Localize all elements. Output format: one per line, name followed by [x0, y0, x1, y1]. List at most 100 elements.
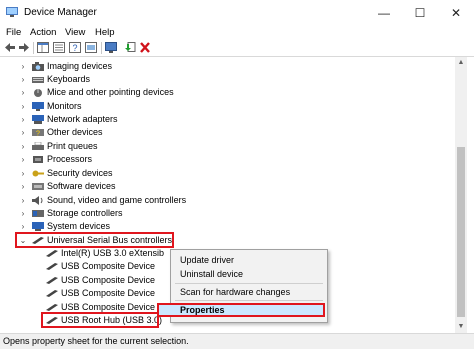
tree-item-label: Security devices — [47, 168, 113, 178]
maximize-button[interactable]: ☐ — [402, 0, 438, 26]
tree-item-other-devices[interactable]: › ? Other devices — [0, 126, 440, 139]
window-title: Device Manager — [24, 7, 97, 18]
mouse-icon — [34, 89, 42, 97]
usb-connector-icon — [46, 263, 58, 270]
uninstall-icon[interactable] — [139, 42, 151, 53]
tree-item-label: Print queues — [47, 141, 98, 151]
tree-item-label: Imaging devices — [47, 61, 113, 71]
scan-hardware-icon[interactable] — [85, 42, 97, 53]
chevron-right-icon[interactable]: › — [19, 180, 27, 193]
chevron-right-icon[interactable]: › — [19, 140, 27, 153]
monitor-icon — [32, 102, 44, 111]
tree-item-processors[interactable]: › Processors — [0, 153, 440, 166]
menu-separator — [175, 283, 323, 284]
show-hide-console-icon[interactable] — [37, 42, 49, 53]
vertical-scrollbar[interactable]: ▲ ▼ — [455, 57, 467, 333]
title-bar: Device Manager — ☐ ✕ — [0, 0, 474, 26]
system-device-icon — [32, 222, 44, 231]
menu-file[interactable]: File — [6, 27, 21, 38]
status-bar: Opens property sheet for the current sel… — [0, 333, 474, 349]
toolbar-separator — [33, 42, 34, 54]
usb-connector-icon — [46, 277, 58, 284]
tree-item-print-queues[interactable]: › Print queues — [0, 140, 440, 153]
usb-connector-icon — [46, 304, 58, 311]
usb-connector-icon — [46, 250, 58, 257]
tree-item-label: Network adapters — [47, 114, 118, 124]
toolbar: ? — [0, 40, 474, 57]
menu-bar: File Action View Help — [0, 26, 474, 40]
security-key-icon — [32, 170, 44, 177]
menu-item-scan-hardware[interactable]: Scan for hardware changes — [180, 287, 290, 297]
chevron-right-icon[interactable]: › — [19, 113, 27, 126]
scroll-down-icon[interactable]: ▼ — [455, 321, 467, 333]
properties-icon[interactable] — [53, 42, 65, 53]
storage-controller-icon — [32, 210, 44, 217]
tree-item-label: USB Composite Device — [61, 261, 156, 271]
chevron-right-icon[interactable]: › — [19, 167, 27, 180]
tree-item-label: USB Composite Device — [61, 275, 156, 285]
tree-item-security-devices[interactable]: › Security devices — [0, 167, 440, 180]
chevron-right-icon[interactable]: › — [19, 207, 27, 220]
chevron-right-icon[interactable]: › — [19, 126, 27, 139]
printer-icon — [32, 142, 44, 150]
tree-item-label: Storage controllers — [47, 208, 123, 218]
back-arrow-icon[interactable] — [4, 42, 16, 53]
chevron-right-icon[interactable]: › — [19, 86, 27, 99]
forward-arrow-icon[interactable] — [18, 42, 30, 53]
speaker-icon — [32, 196, 43, 205]
scroll-up-icon[interactable]: ▲ — [455, 57, 467, 69]
tree-item-label: Processors — [47, 154, 93, 164]
tree-item-label: Other devices — [47, 127, 103, 137]
update-driver-icon[interactable] — [125, 42, 137, 53]
scrollbar-thumb[interactable] — [457, 147, 465, 317]
unknown-device-icon: ? — [32, 129, 44, 138]
svg-text:?: ? — [36, 131, 40, 138]
menu-item-properties[interactable]: Properties — [157, 303, 325, 317]
tree-item-monitors[interactable]: › Monitors — [0, 100, 440, 113]
keyboard-icon — [32, 77, 44, 83]
usb-connector-icon — [46, 290, 58, 297]
chevron-right-icon[interactable]: › — [19, 73, 27, 86]
network-adapter-icon — [32, 115, 44, 124]
tree-item-label: Mice and other pointing devices — [47, 87, 174, 97]
menu-item-uninstall-device[interactable]: Uninstall device — [180, 269, 243, 279]
context-menu: Update driver Uninstall device Scan for … — [157, 249, 328, 323]
tree-item-storage-controllers[interactable]: › Storage controllers — [0, 207, 440, 220]
tree-item-keyboards[interactable]: › Keyboards — [0, 73, 440, 86]
minimize-button[interactable]: — — [366, 0, 402, 26]
chevron-right-icon[interactable]: › — [19, 100, 27, 113]
menu-separator — [175, 300, 323, 301]
chevron-right-icon[interactable]: › — [19, 60, 27, 73]
highlight-box-usb-root-hub — [41, 312, 159, 328]
chevron-right-icon[interactable]: › — [19, 194, 27, 207]
processor-icon — [33, 156, 43, 163]
tree-item-label: Monitors — [47, 101, 82, 111]
close-button[interactable]: ✕ — [438, 0, 474, 26]
highlight-box-usb-controllers — [15, 232, 174, 248]
software-device-icon — [32, 183, 44, 190]
tree-item-label: USB Composite Device — [61, 288, 156, 298]
status-text: Opens property sheet for the current sel… — [3, 336, 189, 346]
tree-item-imaging-devices[interactable]: › Imaging devices — [0, 60, 440, 73]
tree-item-label: Sound, video and game controllers — [47, 195, 187, 205]
svg-text:?: ? — [72, 43, 77, 53]
tree-item-label: Software devices — [47, 181, 116, 191]
tree-item-sound-video[interactable]: › Sound, video and game controllers — [0, 194, 440, 207]
toolbar-separator — [101, 42, 102, 54]
tree-item-network-adapters[interactable]: › Network adapters — [0, 113, 440, 126]
tree-item-mice[interactable]: › Mice and other pointing devices — [0, 86, 440, 99]
chevron-right-icon[interactable]: › — [19, 153, 27, 166]
display-icon[interactable] — [105, 42, 117, 53]
tree-item-label: Intel(R) USB 3.0 eXtensib — [61, 248, 165, 258]
tree-item-software-devices[interactable]: › Software devices — [0, 180, 440, 193]
properties-label: Properties — [180, 305, 225, 315]
menu-help[interactable]: Help — [95, 27, 115, 38]
menu-view[interactable]: View — [65, 27, 85, 38]
camera-icon — [32, 62, 44, 71]
menu-item-update-driver[interactable]: Update driver — [180, 255, 234, 265]
device-manager-icon — [6, 7, 18, 17]
device-tree: › Imaging devices › Keyboards › Mice and… — [0, 57, 455, 333]
help-icon[interactable]: ? — [69, 42, 81, 53]
menu-action[interactable]: Action — [30, 27, 56, 38]
tree-item-label: Keyboards — [47, 74, 91, 84]
